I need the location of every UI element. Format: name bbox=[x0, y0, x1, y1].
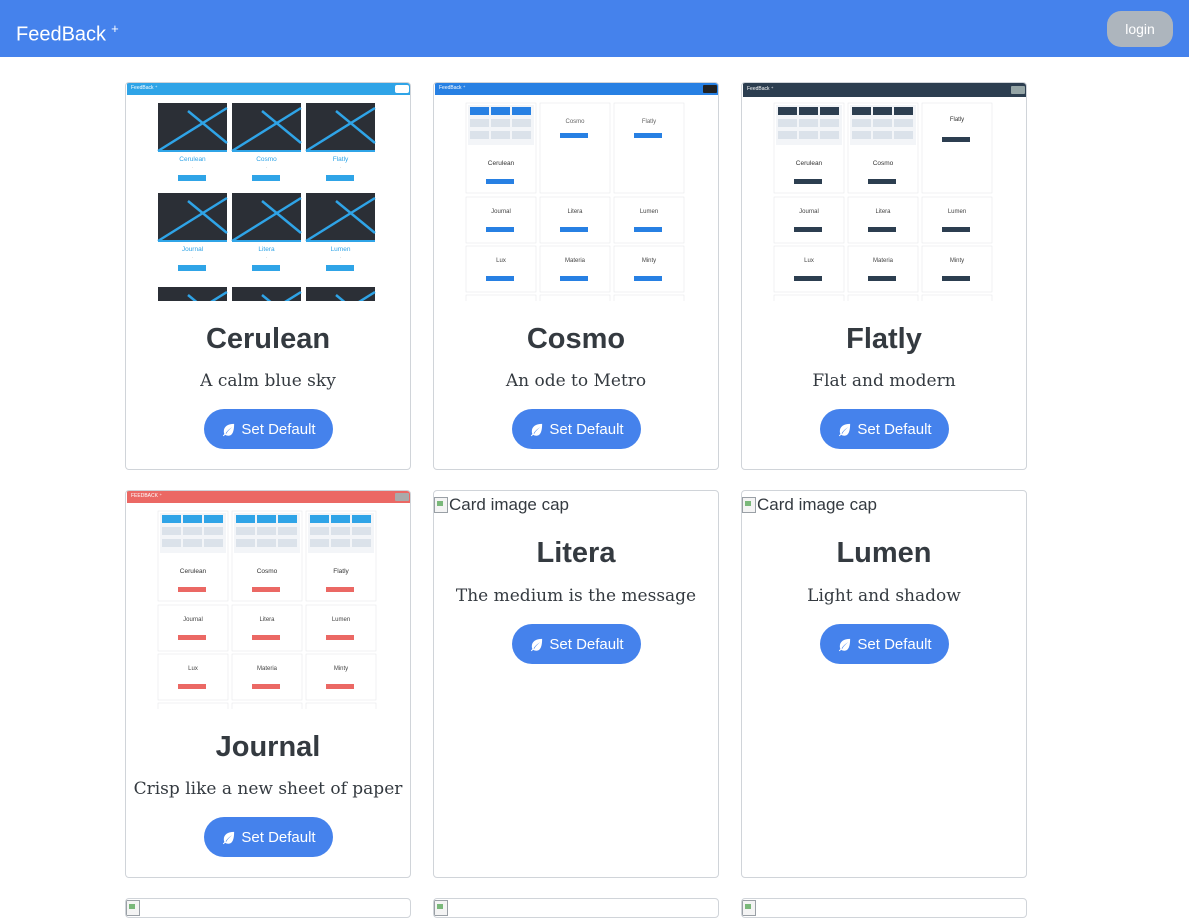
svg-text:Lumen: Lumen bbox=[332, 617, 350, 623]
card-title: Journal bbox=[215, 731, 321, 763]
svg-text:Materia: Materia bbox=[257, 666, 278, 672]
theme-card-row3-2 bbox=[433, 898, 719, 918]
card-image-alt: Card image cap bbox=[757, 495, 878, 514]
svg-text:Lumen: Lumen bbox=[948, 209, 966, 215]
svg-text:Materia: Materia bbox=[565, 258, 586, 264]
svg-text:Cosmo: Cosmo bbox=[873, 160, 894, 167]
theme-card-row3-1 bbox=[125, 898, 411, 918]
navbar: FeedBack + login bbox=[0, 0, 1189, 57]
svg-text:Journal: Journal bbox=[183, 617, 203, 623]
svg-text:Cerulean: Cerulean bbox=[796, 160, 823, 167]
set-default-button[interactable]: Set Default bbox=[512, 624, 641, 664]
svg-text:·: · bbox=[266, 255, 267, 260]
theme-card-row3-3 bbox=[741, 898, 1027, 918]
set-default-label: Set Default bbox=[549, 420, 624, 438]
card-image bbox=[742, 900, 757, 916]
card-title: Litera bbox=[536, 537, 616, 569]
theme-card-litera: Card image cap Litera The medium is the … bbox=[433, 490, 719, 878]
card-image: Cerulean Cosmo Flatly Journal Litera Lumen Lux… bbox=[743, 83, 1026, 301]
svg-text:Cerulean: Cerulean bbox=[180, 568, 207, 575]
theme-card-cerulean: Cerulean · Cosmo · Flatly · Journal · Litera · Lum… bbox=[125, 82, 411, 470]
svg-text:Journal: Journal bbox=[182, 246, 204, 253]
leaf-icon bbox=[531, 638, 543, 651]
set-default-label: Set Default bbox=[241, 420, 316, 438]
card-title: Cosmo bbox=[526, 323, 626, 355]
theme-card-flatly: Cerulean Cosmo Flatly Journal Litera Lumen Lux… bbox=[741, 82, 1027, 470]
card-image: Card image cap bbox=[742, 495, 877, 515]
card-description: A calm blue sky bbox=[200, 371, 336, 391]
card-description: The medium is the message bbox=[455, 586, 697, 606]
card-title: Cerulean bbox=[205, 323, 331, 355]
svg-text:Minty: Minty bbox=[334, 666, 348, 672]
broken-image-icon bbox=[126, 900, 140, 916]
card-title: Lumen bbox=[836, 537, 932, 569]
card-image bbox=[126, 900, 141, 916]
svg-text:Lumen: Lumen bbox=[640, 209, 658, 215]
svg-text:Minty: Minty bbox=[642, 258, 656, 264]
svg-text:Journal: Journal bbox=[799, 209, 819, 215]
leaf-icon bbox=[223, 423, 235, 436]
theme-card-cosmo: Cerulean Cosmo Flatly Journal Litera Lumen Lux… bbox=[433, 82, 719, 470]
card-image bbox=[434, 900, 449, 916]
set-default-label: Set Default bbox=[549, 635, 624, 653]
card-description: Crisp like a new sheet of paper bbox=[133, 779, 403, 799]
svg-text:·: · bbox=[340, 255, 341, 260]
leaf-icon bbox=[839, 638, 851, 651]
svg-text:Litera: Litera bbox=[567, 209, 583, 215]
svg-text:·: · bbox=[266, 165, 267, 170]
svg-text:·: · bbox=[192, 255, 193, 260]
svg-text:Journal: Journal bbox=[491, 209, 511, 215]
theme-card-journal: Cerulean Cosmo Flatly Journal Litera Lumen Lux… bbox=[125, 490, 411, 878]
svg-text:Lux: Lux bbox=[804, 258, 814, 264]
svg-text:Cosmo: Cosmo bbox=[565, 119, 585, 125]
svg-text:Flatly: Flatly bbox=[950, 117, 964, 123]
svg-text:Cerulean: Cerulean bbox=[488, 160, 515, 167]
set-default-button[interactable]: Set Default bbox=[204, 409, 333, 449]
svg-text:Flatly: Flatly bbox=[333, 568, 349, 575]
svg-text:·: · bbox=[192, 165, 193, 170]
card-image: Cerulean · Cosmo · Flatly · Journal · Litera · Lum… bbox=[127, 83, 410, 301]
card-description: Light and shadow bbox=[807, 586, 961, 606]
broken-image-icon bbox=[742, 497, 756, 513]
svg-text:Lux: Lux bbox=[188, 666, 198, 672]
set-default-button[interactable]: Set Default bbox=[820, 409, 949, 449]
login-button[interactable]: login bbox=[1107, 11, 1173, 47]
broken-image-icon bbox=[434, 497, 448, 513]
svg-text:Minty: Minty bbox=[950, 258, 964, 264]
leaf-icon bbox=[839, 423, 851, 436]
card-image: Card image cap bbox=[434, 495, 569, 515]
theme-card-lumen: Card image cap Lumen Light and shadow Se… bbox=[741, 490, 1027, 878]
leaf-icon bbox=[223, 831, 235, 844]
svg-text:Flatly: Flatly bbox=[642, 119, 656, 125]
svg-text:Cerulean: Cerulean bbox=[179, 156, 206, 163]
svg-text:Cosmo: Cosmo bbox=[257, 568, 278, 575]
set-default-label: Set Default bbox=[857, 420, 932, 438]
card-description: An ode to Metro bbox=[505, 371, 647, 391]
set-default-button[interactable]: Set Default bbox=[512, 409, 641, 449]
svg-text:Flatly: Flatly bbox=[333, 156, 349, 163]
brand-link[interactable]: FeedBack + bbox=[16, 16, 119, 48]
set-default-button[interactable]: Set Default bbox=[204, 817, 333, 857]
svg-text:Litera: Litera bbox=[258, 246, 275, 253]
card-image: Cerulean Cosmo Flatly Journal Litera Lumen Lux… bbox=[435, 83, 718, 301]
broken-image-icon bbox=[742, 900, 756, 916]
svg-text:Litera: Litera bbox=[259, 617, 275, 623]
svg-text:Lumen: Lumen bbox=[331, 246, 351, 253]
set-default-label: Set Default bbox=[857, 635, 932, 653]
svg-text:Litera: Litera bbox=[875, 209, 891, 215]
svg-text:·: · bbox=[340, 165, 341, 170]
svg-text:Materia: Materia bbox=[873, 258, 894, 264]
set-default-label: Set Default bbox=[241, 828, 316, 846]
broken-image-icon bbox=[434, 900, 448, 916]
set-default-button[interactable]: Set Default bbox=[820, 624, 949, 664]
card-image-alt: Card image cap bbox=[449, 495, 570, 514]
svg-text:Lux: Lux bbox=[496, 258, 506, 264]
card-image: Cerulean Cosmo Flatly Journal Litera Lumen Lux… bbox=[127, 491, 410, 709]
card-description: Flat and modern bbox=[812, 371, 956, 391]
card-title: Flatly bbox=[846, 323, 922, 355]
leaf-icon bbox=[531, 423, 543, 436]
svg-text:Cosmo: Cosmo bbox=[256, 156, 277, 163]
